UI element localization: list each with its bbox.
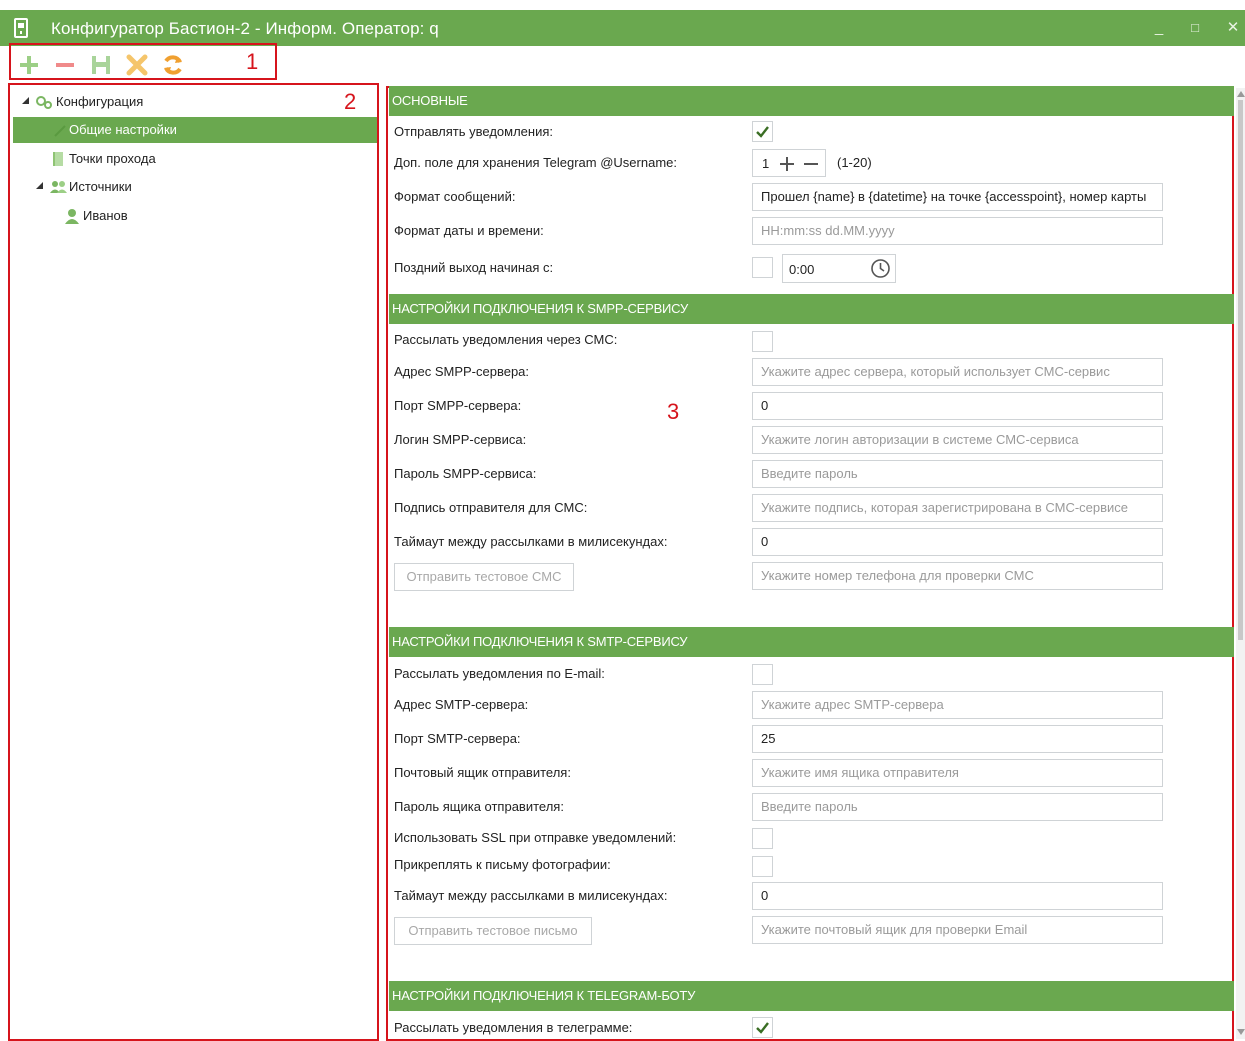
clock-icon[interactable]	[870, 258, 891, 279]
extra-field-label: Доп. поле для хранения Telegram @Usernam…	[394, 155, 677, 170]
tree-item-general-settings[interactable]: Общие настройки	[13, 117, 377, 143]
smtp-ssl-label: Использовать SSL при отправке уведомлени…	[394, 830, 677, 845]
section-header-smpp: НАСТРОЙКИ ПОДКЛЮЧЕНИЯ К SMPP-СЕРВИСУ	[389, 294, 1234, 324]
minimize-button[interactable]: _	[1148, 17, 1170, 39]
users-icon	[50, 181, 67, 193]
smtp-port-label: Порт SMTP-сервера:	[394, 731, 521, 746]
smpp-address-input[interactable]: Укажите адрес сервера, который используе…	[752, 358, 1163, 386]
send-test-email-button[interactable]: Отправить тестовое письмо	[394, 917, 592, 945]
section-header-basic: ОСНОВНЫЕ	[389, 86, 1234, 116]
smpp-signature-input[interactable]: Укажите подпись, которая зарегистрирован…	[752, 494, 1163, 522]
smtp-ssl-checkbox[interactable]	[752, 828, 773, 849]
smtp-attach-label: Прикреплять к письму фотографии:	[394, 857, 611, 872]
smtp-mailbox-input[interactable]: Укажите имя ящика отправителя	[752, 759, 1163, 787]
annotation-box-tree	[8, 83, 379, 1041]
door-icon	[53, 152, 63, 166]
title-bar: Конфигуратор Бастион-2 - Информ. Операто…	[0, 10, 1245, 46]
smtp-send-checkbox[interactable]	[752, 664, 773, 685]
smpp-signature-label: Подпись отправителя для СМС:	[394, 500, 588, 515]
smpp-login-label: Логин SMPP-сервиса:	[394, 432, 527, 447]
smtp-attach-checkbox[interactable]	[752, 856, 773, 877]
tree-label: Источники	[69, 179, 132, 194]
app-icon	[14, 18, 28, 38]
maximize-button[interactable]: □	[1184, 17, 1206, 39]
checkmark-icon	[756, 1022, 769, 1034]
smtp-test-email-input[interactable]: Укажите почтовый ящик для проверки Email	[752, 916, 1163, 944]
datetime-format-input[interactable]: HH:mm:ss dd.MM.yyyy	[752, 217, 1163, 245]
tree-label: Общие настройки	[69, 122, 177, 137]
late-exit-label: Поздний выход начиная с:	[394, 260, 554, 275]
smtp-timeout-input[interactable]: 0	[752, 882, 1163, 910]
smtp-send-label: Рассылать уведомления по E-mail:	[394, 666, 605, 681]
smtp-address-label: Адрес SMTP-сервера:	[394, 697, 529, 712]
message-format-input[interactable]: Прошел {name} в {datetime} на точке {acc…	[752, 183, 1163, 211]
smtp-mailbox-label: Почтовый ящик отправителя:	[394, 765, 571, 780]
telegram-send-label: Рассылать уведомления в телеграмме:	[394, 1020, 633, 1035]
tree-label: Иванов	[83, 208, 128, 223]
annotation-label-toolbar: 1	[246, 49, 259, 74]
wrench-icon	[54, 125, 66, 137]
plus-icon[interactable]	[779, 156, 795, 172]
smpp-login-input[interactable]: Укажите логин авторизации в системе СМС-…	[752, 426, 1163, 454]
annotation-label-settings: 3	[667, 399, 680, 424]
smpp-password-label: Пароль SMPP-сервиса:	[394, 466, 537, 481]
smtp-timeout-label: Таймаут между рассылками в милисекундах:	[394, 888, 668, 903]
smpp-port-label: Порт SMPP-сервера:	[394, 398, 522, 413]
late-exit-time: 0:00	[789, 262, 815, 277]
datetime-format-label: Формат даты и времени:	[394, 223, 544, 238]
smtp-password-input[interactable]: Введите пароль	[752, 793, 1163, 821]
tree-label: Точки прохода	[69, 151, 156, 166]
smpp-port-input[interactable]: 0	[752, 392, 1163, 420]
smpp-test-phone-input[interactable]: Укажите номер телефона для проверки СМС	[752, 562, 1163, 590]
user-icon	[65, 209, 79, 224]
telegram-send-checkbox[interactable]	[752, 1017, 773, 1038]
gears-icon	[36, 96, 52, 109]
collapse-arrow-icon[interactable]	[22, 97, 29, 104]
section-header-telegram: НАСТРОЙКИ ПОДКЛЮЧЕНИЯ К TELEGRAM-БОТУ	[389, 981, 1234, 1011]
tree-label: Конфигурация	[56, 94, 144, 109]
message-format-label: Формат сообщений:	[394, 189, 516, 204]
smpp-send-label: Рассылать уведомления через СМС:	[394, 332, 618, 347]
smpp-timeout-input[interactable]: 0	[752, 528, 1163, 556]
smtp-address-input[interactable]: Укажите адрес SMTP-сервера	[752, 691, 1163, 719]
late-exit-time-picker[interactable]: 0:00	[782, 254, 896, 283]
section-header-smtp: НАСТРОЙКИ ПОДКЛЮЧЕНИЯ К SMTP-СЕРВИСУ	[389, 627, 1234, 657]
smpp-send-checkbox[interactable]	[752, 331, 773, 352]
extra-field-value: 1	[762, 156, 770, 171]
send-notifications-label: Отправлять уведомления:	[394, 124, 554, 139]
smpp-password-input[interactable]: Введите пароль	[752, 460, 1163, 488]
close-button[interactable]: ✕	[1222, 17, 1244, 39]
annotation-box-toolbar	[9, 43, 277, 80]
extra-field-range: (1-20)	[837, 155, 872, 170]
smtp-port-input[interactable]: 25	[752, 725, 1163, 753]
send-notifications-checkbox[interactable]	[752, 121, 773, 142]
collapse-arrow-icon[interactable]	[36, 182, 43, 189]
scrollbar-thumb[interactable]	[1238, 100, 1243, 640]
smpp-timeout-label: Таймаут между рассылками в милисекундах:	[394, 534, 668, 549]
annotation-label-tree: 2	[344, 89, 357, 114]
scroll-up-arrow-icon[interactable]	[1237, 90, 1245, 97]
minus-icon[interactable]	[803, 156, 819, 172]
extra-field-stepper[interactable]: 1	[752, 149, 826, 177]
late-exit-checkbox[interactable]	[752, 257, 773, 278]
scroll-down-arrow-icon[interactable]	[1237, 1029, 1245, 1036]
smpp-address-label: Адрес SMPP-сервера:	[394, 364, 530, 379]
checkmark-icon	[756, 126, 769, 138]
window-title: Конфигуратор Бастион-2 - Информ. Операто…	[51, 19, 439, 38]
smtp-password-label: Пароль ящика отправителя:	[394, 799, 564, 814]
send-test-sms-button[interactable]: Отправить тестовое СМС	[394, 563, 574, 591]
